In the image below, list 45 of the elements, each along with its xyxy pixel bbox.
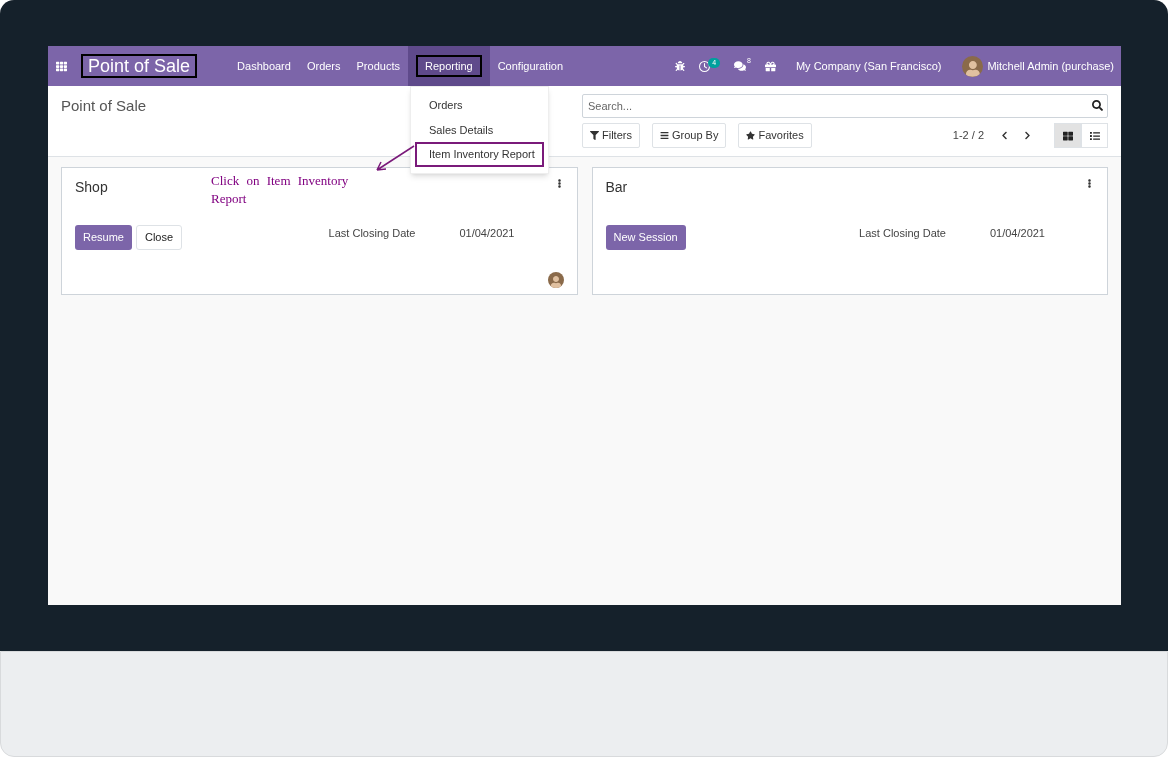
clock-icon[interactable]	[699, 60, 711, 72]
more-options-icon[interactable]	[1085, 179, 1094, 188]
dropdown-item[interactable]: Orders	[415, 93, 544, 118]
search-icon[interactable]	[1092, 100, 1103, 111]
grid-icon	[1062, 130, 1073, 141]
menu-item[interactable]: Products	[348, 46, 408, 86]
card-title: Shop	[75, 178, 108, 197]
next-icon[interactable]	[1023, 131, 1032, 140]
bug-icon[interactable]	[675, 61, 686, 71]
filter-icon	[590, 131, 599, 140]
annotation-arrow	[374, 145, 416, 172]
view-switch-button[interactable]	[1081, 123, 1108, 148]
apps-menu-icon[interactable]	[56, 60, 67, 72]
breadcrumb: Point of Sale	[61, 96, 147, 116]
favorite-icon	[746, 131, 756, 140]
chat-icon[interactable]	[734, 60, 747, 72]
previous-icon[interactable]	[1000, 131, 1009, 140]
app-title[interactable]: Point of Sale	[81, 54, 198, 78]
menu-item[interactable]: Orders	[298, 46, 349, 86]
group-icon	[659, 131, 669, 140]
dropdown-item[interactable]: Item Inventory Report	[415, 142, 544, 167]
info-label: Last Closing Date	[328, 226, 416, 241]
list-icon	[1089, 130, 1100, 141]
gift-icon[interactable]	[764, 60, 776, 72]
card-title: Bar	[605, 178, 628, 197]
info-label: Last Closing Date	[859, 226, 946, 241]
pager: 1-2 / 2	[952, 128, 984, 144]
search-field[interactable]: Search...	[582, 94, 1108, 118]
view-switch-button[interactable]	[1054, 123, 1081, 148]
info-value: 01/04/2021	[459, 226, 515, 241]
menu-item[interactable]: Dashboard	[229, 46, 299, 86]
session-button[interactable]: Close	[135, 225, 183, 250]
company-switcher[interactable]: My Company (San Francisco)	[795, 57, 942, 75]
annotation-text: Click on Item Inventory Report	[211, 172, 350, 208]
session-button[interactable]: New Session	[605, 225, 686, 250]
filter-button[interactable]: Favorites	[738, 123, 812, 148]
filter-button[interactable]: Group By	[651, 123, 727, 148]
filter-button[interactable]: Filters	[582, 123, 640, 148]
user-menu[interactable]: Mitchell Admin (purchase)	[987, 57, 1114, 75]
menu-item[interactable]: Reporting	[407, 46, 490, 86]
menu-item[interactable]: Configuration	[489, 46, 572, 86]
info-value: 01/04/2021	[989, 226, 1045, 241]
session-button[interactable]: Resume	[75, 225, 132, 250]
avatar-icon	[962, 55, 984, 77]
dropdown-item[interactable]: Sales Details	[415, 117, 544, 142]
